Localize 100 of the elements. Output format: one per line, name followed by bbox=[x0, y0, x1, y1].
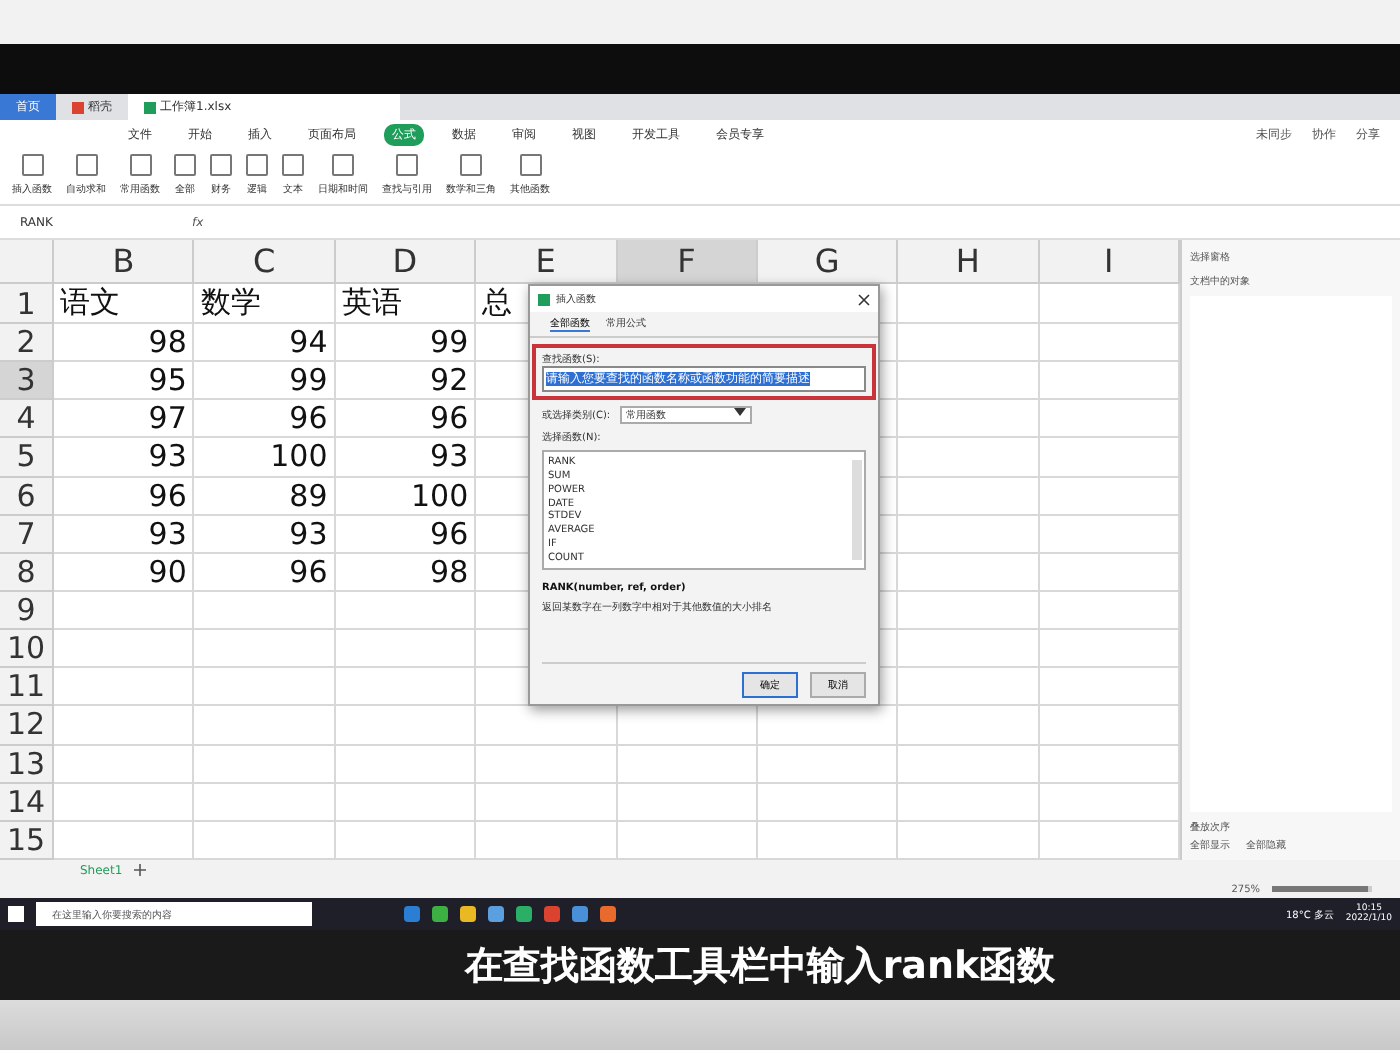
table-cell bbox=[757, 745, 899, 784]
zoom-slider-fill[interactable] bbox=[1272, 886, 1367, 892]
row-header[interactable]: 1 bbox=[0, 284, 54, 324]
row-header[interactable]: 7 bbox=[0, 515, 54, 554]
table-cell bbox=[54, 783, 195, 822]
row-header[interactable]: 3 bbox=[0, 362, 54, 401]
table-cell bbox=[194, 591, 336, 631]
table-cell bbox=[476, 783, 617, 822]
table-cell bbox=[898, 284, 1040, 324]
scrollbar[interactable] bbox=[852, 460, 862, 560]
function-icon bbox=[210, 154, 232, 176]
column-header[interactable]: D bbox=[335, 240, 477, 284]
row-header[interactable]: 13 bbox=[0, 745, 54, 784]
column-header[interactable]: I bbox=[1039, 240, 1180, 284]
table-cell bbox=[898, 591, 1040, 631]
table-cell bbox=[898, 783, 1040, 822]
column-header[interactable]: F bbox=[617, 240, 758, 284]
function-icon bbox=[519, 154, 541, 176]
row-header[interactable]: 12 bbox=[0, 706, 54, 746]
table-cell bbox=[898, 706, 1040, 746]
table-cell bbox=[194, 668, 336, 707]
table-cell bbox=[54, 706, 195, 746]
table-cell bbox=[898, 745, 1040, 784]
table-cell: 96 bbox=[194, 553, 336, 592]
table-cell bbox=[898, 630, 1040, 669]
table-cell bbox=[898, 438, 1040, 478]
table-cell bbox=[335, 706, 477, 746]
table-cell: 97 bbox=[54, 400, 195, 439]
table-cell bbox=[194, 783, 336, 822]
table-cell: 89 bbox=[194, 477, 336, 516]
row-header[interactable]: 8 bbox=[0, 553, 54, 592]
table-cell bbox=[898, 362, 1040, 401]
close-icon[interactable] bbox=[858, 293, 870, 305]
table-cell bbox=[476, 745, 617, 784]
function-icon bbox=[246, 154, 268, 176]
table-cell bbox=[194, 745, 336, 784]
table-cell bbox=[54, 668, 195, 707]
table-cell bbox=[898, 477, 1040, 516]
table-cell: 98 bbox=[335, 553, 477, 592]
document-icon bbox=[72, 101, 84, 113]
table-cell bbox=[617, 783, 758, 822]
table-cell bbox=[54, 591, 195, 631]
table-cell: 96 bbox=[194, 400, 336, 439]
table-cell bbox=[194, 630, 336, 669]
table-cell: 94 bbox=[194, 324, 336, 363]
table-cell bbox=[335, 783, 477, 822]
table-cell bbox=[898, 668, 1040, 707]
table-cell: 96 bbox=[335, 400, 477, 439]
table-cell: 93 bbox=[194, 515, 336, 554]
function-icon bbox=[282, 154, 304, 176]
function-icon bbox=[21, 154, 43, 176]
function-icon bbox=[75, 154, 97, 176]
row-header[interactable]: 4 bbox=[0, 400, 54, 439]
row-header[interactable]: 10 bbox=[0, 630, 54, 669]
table-cell bbox=[194, 706, 336, 746]
row-header[interactable]: 15 bbox=[0, 821, 54, 860]
table-cell: 100 bbox=[194, 438, 336, 478]
table-cell bbox=[898, 324, 1040, 363]
table-cell: 93 bbox=[54, 515, 195, 554]
table-cell: 92 bbox=[335, 362, 477, 401]
table-cell: 99 bbox=[335, 324, 477, 363]
row-header[interactable]: 2 bbox=[0, 324, 54, 363]
function-icon bbox=[332, 154, 354, 176]
function-icon bbox=[174, 154, 196, 176]
table-cell: 数学 bbox=[194, 284, 336, 324]
table-cell bbox=[898, 553, 1040, 592]
row-header[interactable]: 6 bbox=[0, 477, 54, 516]
column-header[interactable]: C bbox=[194, 240, 336, 284]
spreadsheet-icon bbox=[538, 293, 550, 305]
table-cell: 96 bbox=[335, 515, 477, 554]
table-cell bbox=[54, 745, 195, 784]
table-cell: 英语 bbox=[335, 284, 477, 324]
column-header[interactable]: H bbox=[898, 240, 1040, 284]
table-cell bbox=[335, 745, 477, 784]
spreadsheet-icon bbox=[144, 101, 156, 113]
table-cell: 95 bbox=[54, 362, 195, 401]
table-cell: 99 bbox=[194, 362, 336, 401]
table-cell: 90 bbox=[54, 553, 195, 592]
table-cell: 96 bbox=[54, 477, 195, 516]
column-header[interactable]: E bbox=[476, 240, 617, 284]
row-header[interactable]: 14 bbox=[0, 783, 54, 822]
caption-text: 在查找函数工具栏中输入rank函数 bbox=[462, 941, 1056, 991]
table-cell: 93 bbox=[335, 438, 477, 478]
function-icon bbox=[396, 154, 418, 176]
table-cell bbox=[898, 515, 1040, 554]
add-sheet-icon[interactable] bbox=[134, 864, 147, 876]
function-icon bbox=[129, 154, 151, 176]
row-header[interactable]: 9 bbox=[0, 591, 54, 631]
table-cell: 100 bbox=[335, 477, 477, 516]
table-cell: 93 bbox=[54, 438, 195, 478]
table-cell: 语文 bbox=[54, 284, 195, 324]
table-cell bbox=[898, 400, 1040, 439]
column-header[interactable]: G bbox=[757, 240, 899, 284]
table-cell bbox=[54, 630, 195, 669]
column-header[interactable]: B bbox=[54, 240, 195, 284]
table-cell bbox=[617, 745, 758, 784]
row-header[interactable]: 11 bbox=[0, 668, 54, 707]
row-header[interactable]: 5 bbox=[0, 438, 54, 478]
function-icon bbox=[460, 154, 482, 176]
table-cell: 98 bbox=[54, 324, 195, 363]
